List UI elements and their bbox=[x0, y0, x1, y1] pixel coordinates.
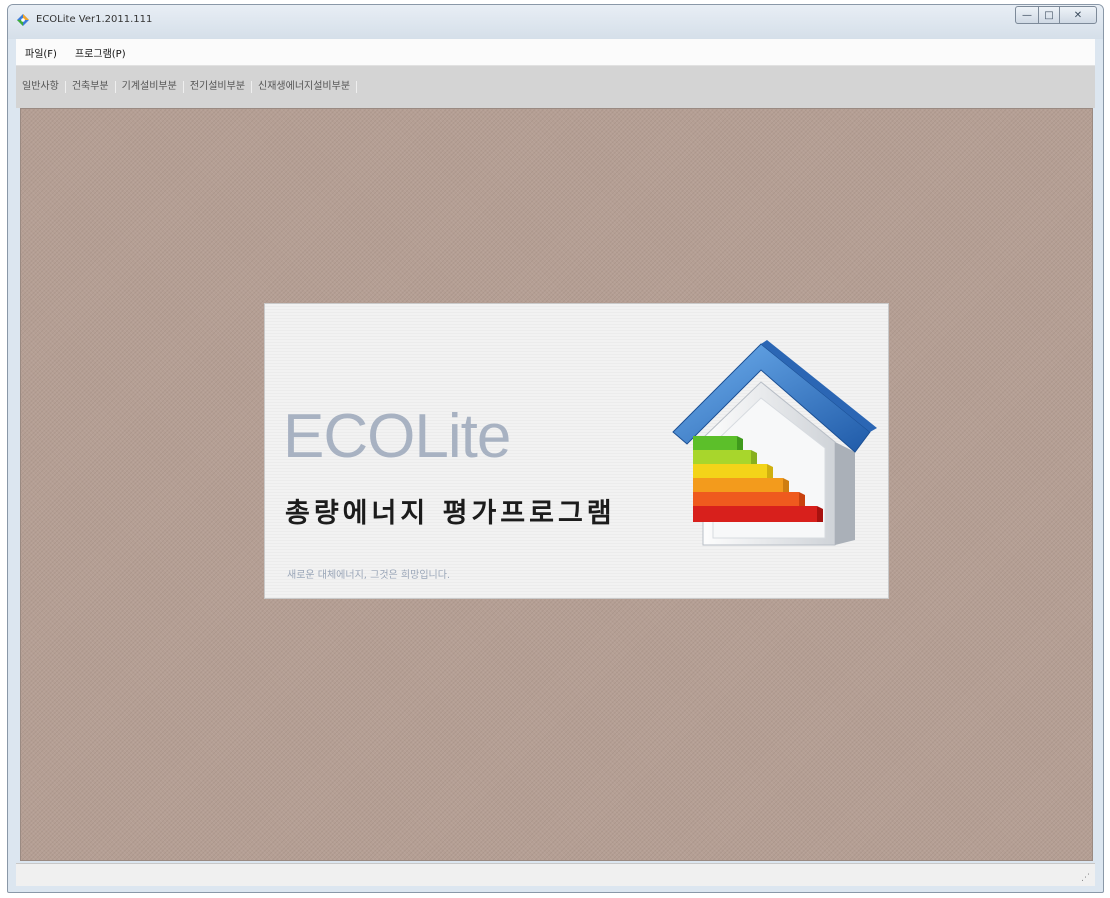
splash-subtitle: 총량에너지 평가프로그램 bbox=[285, 498, 616, 529]
app-logo-icon bbox=[17, 14, 29, 26]
tab-general[interactable]: 일반사항 bbox=[16, 81, 66, 93]
energy-house-icon bbox=[672, 340, 877, 546]
splash-title: ECOLite bbox=[283, 402, 511, 471]
menu-bar: 파일(F) 프로그램(P) bbox=[16, 39, 1095, 66]
splash-panel: ECOLite 총량에너지 평가프로그램 새로운 대체에너지, 그것은 희망입니… bbox=[264, 303, 889, 599]
tab-electrical[interactable]: 전기설비부분 bbox=[184, 81, 253, 93]
splash-tagline: 새로운 대체에너지, 그것은 희망입니다. bbox=[287, 570, 451, 581]
close-button[interactable]: ✕ bbox=[1059, 6, 1097, 24]
section-toolbar: 일반사항 건축부분 기계설비부분 전기설비부분 신재생에너지설비부분 bbox=[16, 66, 1095, 108]
resize-grip-icon[interactable]: ⋰ bbox=[1081, 873, 1091, 883]
maximize-button[interactable]: □ bbox=[1038, 6, 1060, 24]
tab-renewable[interactable]: 신재생에너지설비부분 bbox=[252, 81, 358, 93]
minimize-button[interactable]: — bbox=[1015, 6, 1039, 24]
window-title: ECOLite Ver1.2011.111 bbox=[36, 14, 153, 25]
menu-program[interactable]: 프로그램(P) bbox=[66, 45, 135, 60]
window-controls: — □ ✕ bbox=[1015, 6, 1097, 24]
tab-architecture[interactable]: 건축부분 bbox=[66, 81, 116, 93]
mdi-workspace: ECOLite 총량에너지 평가프로그램 새로운 대체에너지, 그것은 희망입니… bbox=[20, 108, 1093, 861]
menu-file[interactable]: 파일(F) bbox=[16, 45, 66, 60]
title-bar[interactable]: ECOLite Ver1.2011.111 — □ ✕ bbox=[8, 5, 1103, 39]
tab-mechanical[interactable]: 기계설비부분 bbox=[116, 81, 184, 93]
app-window: ECOLite Ver1.2011.111 — □ ✕ 파일(F) 프로그램(P… bbox=[7, 4, 1104, 893]
status-bar: ⋰ bbox=[16, 863, 1095, 886]
